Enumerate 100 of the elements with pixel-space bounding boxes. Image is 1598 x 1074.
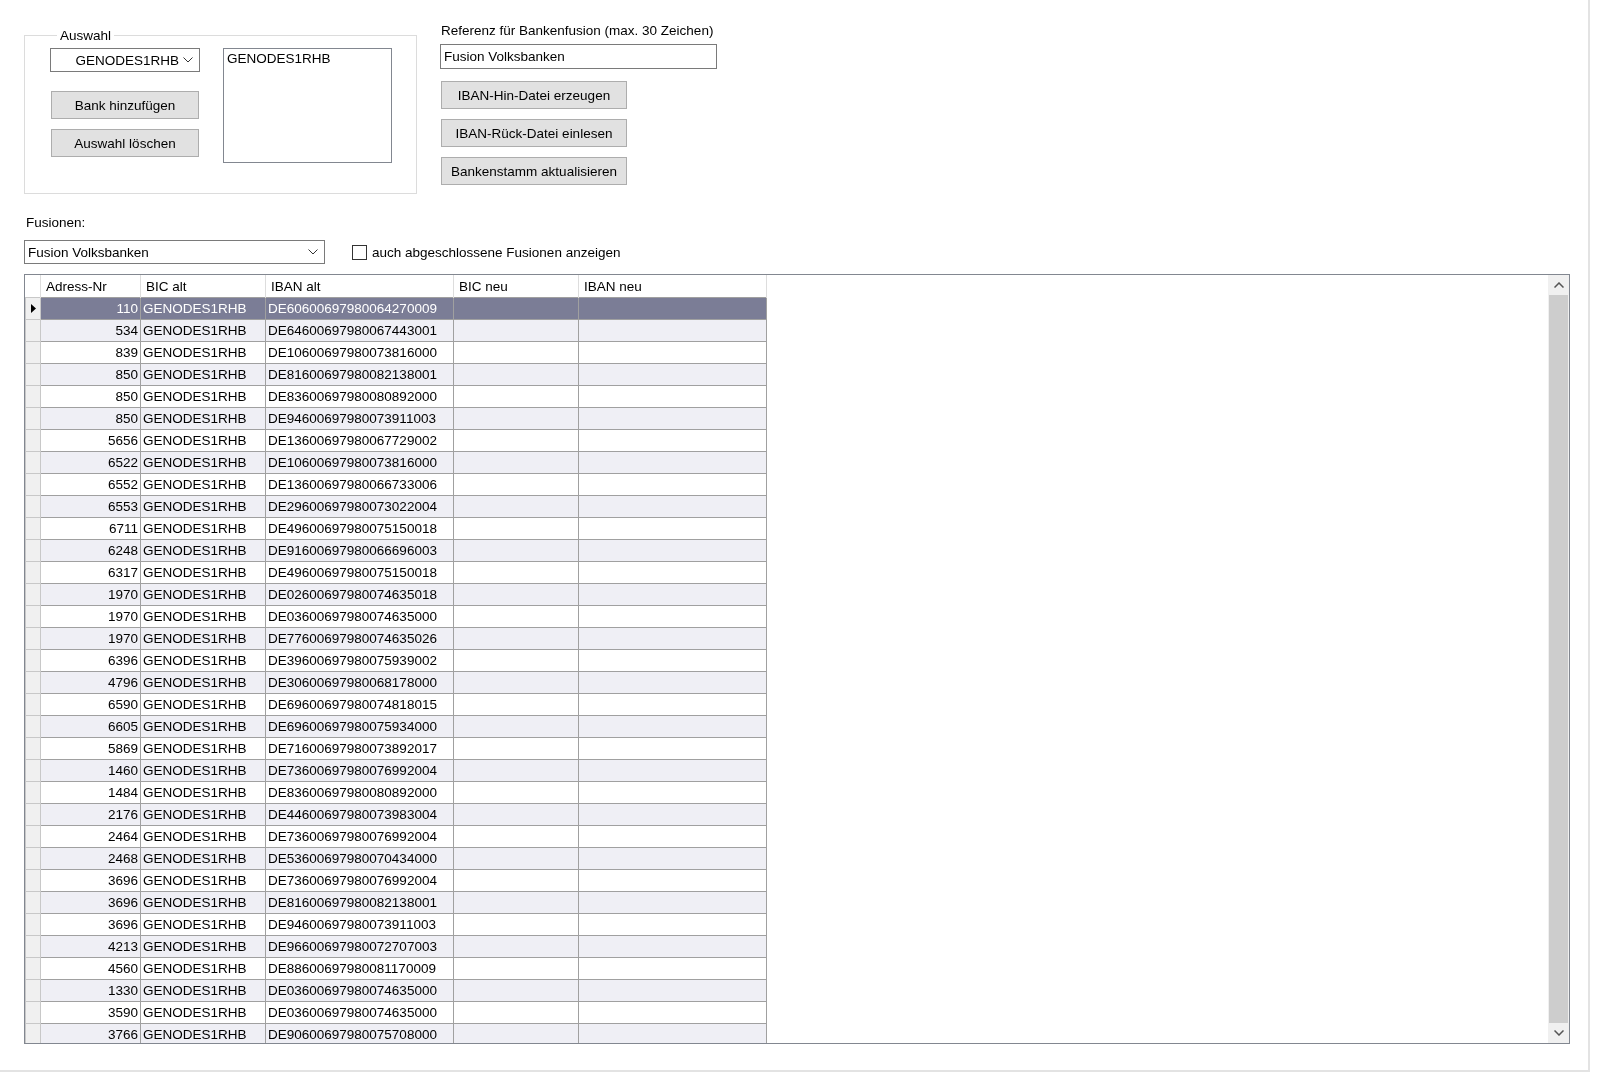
table-cell: GENODES1RHB <box>140 473 266 496</box>
table-cell: 6711 <box>40 517 141 540</box>
table-row[interactable]: 1970 GENODES1RHB DE77600697980074635026 <box>25 627 767 650</box>
table-row[interactable]: 1484 GENODES1RHB DE83600697980080892000 <box>25 781 767 804</box>
table-cell: 5869 <box>40 737 141 760</box>
table-cell: GENODES1RHB <box>140 869 266 892</box>
table-cell: DE73600697980076992004 <box>265 759 454 782</box>
chevron-down-icon <box>308 249 318 255</box>
table-row[interactable]: 6711 GENODES1RHB DE49600697980075150018 <box>25 517 767 540</box>
table-cell: DE77600697980074635026 <box>265 627 454 650</box>
dropdown[interactable]: GENODES1RHB <box>50 48 200 72</box>
table-cell: GENODES1RHB <box>140 429 266 452</box>
table-cell: DE13600697980066733006 <box>265 473 454 496</box>
bank-list[interactable]: GENODES1RHB <box>223 48 392 163</box>
table-row[interactable]: 1330 GENODES1RHB DE03600697980074635000 <box>25 979 767 1002</box>
table-cell: DE53600697980070434000 <box>265 847 454 870</box>
table-cell: DE02600697980074635018 <box>265 583 454 606</box>
table-row[interactable]: 1970 GENODES1RHB DE03600697980074635000 <box>25 605 767 628</box>
table-cell: 6317 <box>40 561 141 584</box>
table-cell: DE81600697980082138001 <box>265 363 454 386</box>
chevron-down-icon <box>183 57 193 63</box>
table-row[interactable]: 6522 GENODES1RHB DE10600697980073816000 <box>25 451 767 474</box>
table-cell: 6552 <box>40 473 141 496</box>
table-cell: DE10600697980073816000 <box>265 341 454 364</box>
table-cell: DE94600697980073911003 <box>265 407 454 430</box>
table-cell: GENODES1RHB <box>140 825 266 848</box>
table-row[interactable]: 2176 GENODES1RHB DE44600697980073983004 <box>25 803 767 826</box>
table-cell: 5656 <box>40 429 141 452</box>
table-row[interactable]: 4560 GENODES1RHB DE88600697980081170009 <box>25 957 767 980</box>
table-cell: 4560 <box>40 957 141 980</box>
table-cell: DE81600697980082138001 <box>265 891 454 914</box>
create-file-button[interactable]: IBAN-Hin-Datei erzeugen <box>441 81 627 109</box>
table-row[interactable]: 850 GENODES1RHB DE83600697980080892000 <box>25 385 767 408</box>
update-button[interactable]: Bankenstamm aktualisieren <box>441 157 627 185</box>
table-row[interactable]: 850 GENODES1RHB DE81600697980082138001 <box>25 363 767 386</box>
table-cell: GENODES1RHB <box>140 693 266 716</box>
table-row[interactable]: 3590 GENODES1RHB DE03600697980074635000 <box>25 1001 767 1024</box>
table-cell: DE94600697980073911003 <box>265 913 454 936</box>
import-file-button[interactable]: IBAN-Rück-Datei einlesen <box>441 119 627 147</box>
table-row[interactable]: 6317 GENODES1RHB DE49600697980075150018 <box>25 561 767 584</box>
current-row-icon <box>30 304 36 313</box>
table-cell: 3696 <box>40 913 141 936</box>
table-cell: DE83600697980080892000 <box>265 385 454 408</box>
vertical-scrollbar[interactable] <box>1548 275 1569 1043</box>
table-cell: DE83600697980080892000 <box>265 781 454 804</box>
table-row[interactable]: 1460 GENODES1RHB DE73600697980076992004 <box>25 759 767 782</box>
checkbox-label: auch abgeschlossene Fusionen anzeigen <box>372 244 621 260</box>
table-cell: GENODES1RHB <box>140 913 266 936</box>
table-row[interactable]: 3696 GENODES1RHB DE73600697980076992004 <box>25 869 767 892</box>
field-label: Fusionen: <box>26 215 87 230</box>
table-row[interactable]: 6248 GENODES1RHB DE91600697980066696003 <box>25 539 767 562</box>
table-cell: DE69600697980074818015 <box>265 693 454 716</box>
table-row[interactable]: 2468 GENODES1RHB DE53600697980070434000 <box>25 847 767 870</box>
table-row[interactable]: 6553 GENODES1RHB DE29600697980073022004 <box>25 495 767 518</box>
reference-input-field[interactable]: Fusion Volksbanken <box>440 44 717 69</box>
table-row[interactable]: 4796 GENODES1RHB DE30600697980068178000 <box>25 671 767 694</box>
table-cell: GENODES1RHB <box>140 737 266 760</box>
table-row[interactable]: 4213 GENODES1RHB DE96600697980072707003 <box>25 935 767 958</box>
table-cell: GENODES1RHB <box>140 561 266 584</box>
table-row[interactable]: 3766 GENODES1RHB DE90600697980075708000 <box>25 1023 767 1043</box>
table-cell: 1970 <box>40 605 141 628</box>
table-cell: 3696 <box>40 869 141 892</box>
field-label: Referenz für Bankenfusion (max. 30 Zeichen) <box>441 23 715 38</box>
table-cell: DE60600697980064270009 <box>265 297 454 320</box>
table-row[interactable]: 6396 GENODES1RHB DE39600697980075939002 <box>25 649 767 672</box>
table-cell: DE91600697980066696003 <box>265 539 454 562</box>
table-cell: DE03600697980074635000 <box>265 1001 454 1024</box>
table-cell: 2464 <box>40 825 141 848</box>
list-item[interactable]: GENODES1RHB <box>227 51 388 66</box>
table-cell: GENODES1RHB <box>140 341 266 364</box>
dropdown[interactable]: Fusion Volksbanken <box>24 240 325 264</box>
table-row[interactable]: 850 GENODES1RHB DE94600697980073911003 <box>25 407 767 430</box>
table-cell: GENODES1RHB <box>140 781 266 804</box>
table-row[interactable]: 1970 GENODES1RHB DE02600697980074635018 <box>25 583 767 606</box>
table-row[interactable]: 6590 GENODES1RHB DE69600697980074818015 <box>25 693 767 716</box>
table-row[interactable]: 6605 GENODES1RHB DE69600697980075934000 <box>25 715 767 738</box>
clear-selection-button[interactable]: Auswahl löschen <box>51 129 199 157</box>
table-row[interactable]: 110 GENODES1RHB DE60600697980064270009 <box>25 297 767 320</box>
table-row[interactable]: 839 GENODES1RHB DE10600697980073816000 <box>25 341 767 364</box>
table-cell: 6396 <box>40 649 141 672</box>
table-cell: DE69600697980075934000 <box>265 715 454 738</box>
table-cell: DE49600697980075150018 <box>265 517 454 540</box>
table-row[interactable]: 5656 GENODES1RHB DE13600697980067729002 <box>25 429 767 452</box>
table-row[interactable]: 6552 GENODES1RHB DE13600697980066733006 <box>25 473 767 496</box>
table-row[interactable]: 534 GENODES1RHB DE64600697980067443001 <box>25 319 767 342</box>
checkbox[interactable] <box>352 244 367 260</box>
table-row[interactable]: 3696 GENODES1RHB DE94600697980073911003 <box>25 913 767 936</box>
table-cell: DE39600697980075939002 <box>265 649 454 672</box>
table-row[interactable]: 2464 GENODES1RHB DE73600697980076992004 <box>25 825 767 848</box>
table-row[interactable]: 3696 GENODES1RHB DE81600697980082138001 <box>25 891 767 914</box>
table-cell: 839 <box>40 341 141 364</box>
table-cell: DE30600697980068178000 <box>265 671 454 694</box>
add-bank-button[interactable]: Bank hinzufügen <box>51 91 199 119</box>
table-cell: GENODES1RHB <box>140 649 266 672</box>
table-cell: DE64600697980067443001 <box>265 319 454 342</box>
table-cell: 6590 <box>40 693 141 716</box>
table-cell: DE73600697980076992004 <box>265 825 454 848</box>
table-cell: GENODES1RHB <box>140 517 266 540</box>
table-cell: DE49600697980075150018 <box>265 561 454 584</box>
table-row[interactable]: 5869 GENODES1RHB DE71600697980073892017 <box>25 737 767 760</box>
